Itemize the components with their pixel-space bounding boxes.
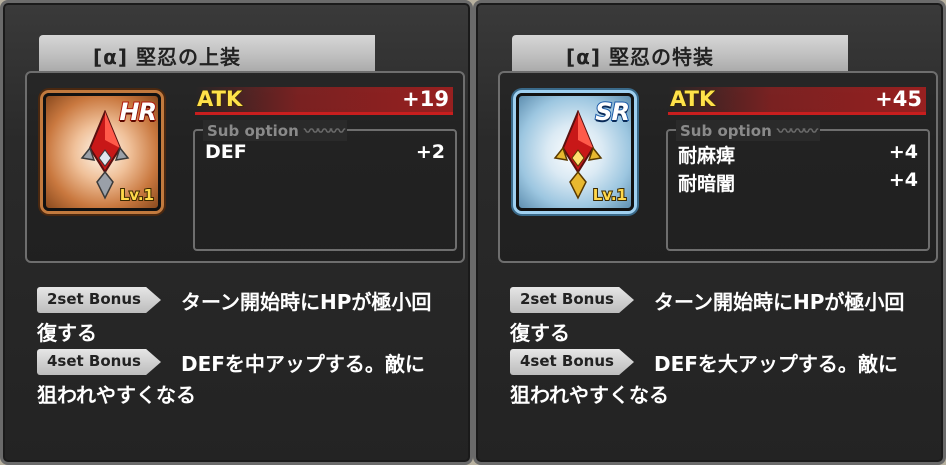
sub-option-box: Sub option 〰〰〰 耐麻痺 +4 耐暗闇 +4: [666, 120, 930, 251]
sub-option-value: +4: [888, 169, 918, 191]
main-stat-value: +45: [875, 87, 922, 111]
equipment-card-hr: [α] 堅忍の上装 HR Lv.1 ATK +19 Sub option 〰〰〰…: [0, 0, 473, 465]
title-tab: [α] 堅忍の上装: [39, 35, 375, 73]
set-bonus-text: DEFを中アップする。敵に狙われやすくなる: [37, 352, 425, 407]
level-label: Lv.1: [119, 185, 155, 205]
sub-option-value: +2: [415, 141, 445, 163]
sub-option-name: DEF: [205, 141, 247, 163]
rarity-badge: SR: [594, 97, 631, 127]
main-stat-name: ATK: [196, 87, 243, 112]
sub-option-value: +4: [888, 141, 918, 163]
main-stat-bar: ATK +19: [195, 87, 453, 115]
sub-option-name: 耐麻痺: [678, 145, 736, 167]
title-tab: [α] 堅忍の特装: [512, 35, 848, 73]
equipment-detail-box: HR Lv.1 ATK +19 Sub option 〰〰〰 DEF +2: [25, 71, 465, 263]
set-bonus-text: ターン開始時にHPが極小回復する: [37, 290, 432, 345]
sub-option-label: Sub option 〰〰〰: [203, 120, 348, 141]
sub-option-label: Sub option 〰〰〰: [676, 120, 821, 141]
sub-option-box: Sub option 〰〰〰 DEF +2: [193, 120, 457, 251]
sub-option-row: DEF +2: [205, 141, 445, 167]
set-bonus-text: ターン開始時にHPが極小回復する: [510, 290, 905, 345]
equipment-card-sr: [α] 堅忍の特装 SR Lv.1 ATK +45 Sub option 〰〰〰…: [473, 0, 946, 465]
sub-option-row: 耐暗闇 +4: [678, 169, 918, 195]
rarity-badge: HR: [118, 97, 158, 127]
main-stat-name: ATK: [669, 87, 716, 112]
sub-option-row: 耐麻痺 +4: [678, 141, 918, 167]
equipment-icon-frame[interactable]: HR Lv.1: [43, 93, 161, 211]
level-label: Lv.1: [592, 185, 628, 205]
equipment-compare-screen: [α] 堅忍の上装 HR Lv.1 ATK +19 Sub option 〰〰〰…: [0, 0, 946, 465]
set-bonus-text: DEFを大アップする。敵に狙われやすくなる: [510, 352, 898, 407]
main-stat-value: +19: [402, 87, 449, 111]
equipment-detail-box: SR Lv.1 ATK +45 Sub option 〰〰〰 耐麻痺 +4 耐暗…: [498, 71, 938, 263]
equipment-icon-frame[interactable]: SR Lv.1: [516, 93, 634, 211]
sub-option-name: 耐暗闇: [678, 173, 736, 195]
equipment-title: [α] 堅忍の特装: [566, 45, 714, 69]
main-stat-bar: ATK +45: [668, 87, 926, 115]
equipment-title: [α] 堅忍の上装: [93, 45, 241, 69]
